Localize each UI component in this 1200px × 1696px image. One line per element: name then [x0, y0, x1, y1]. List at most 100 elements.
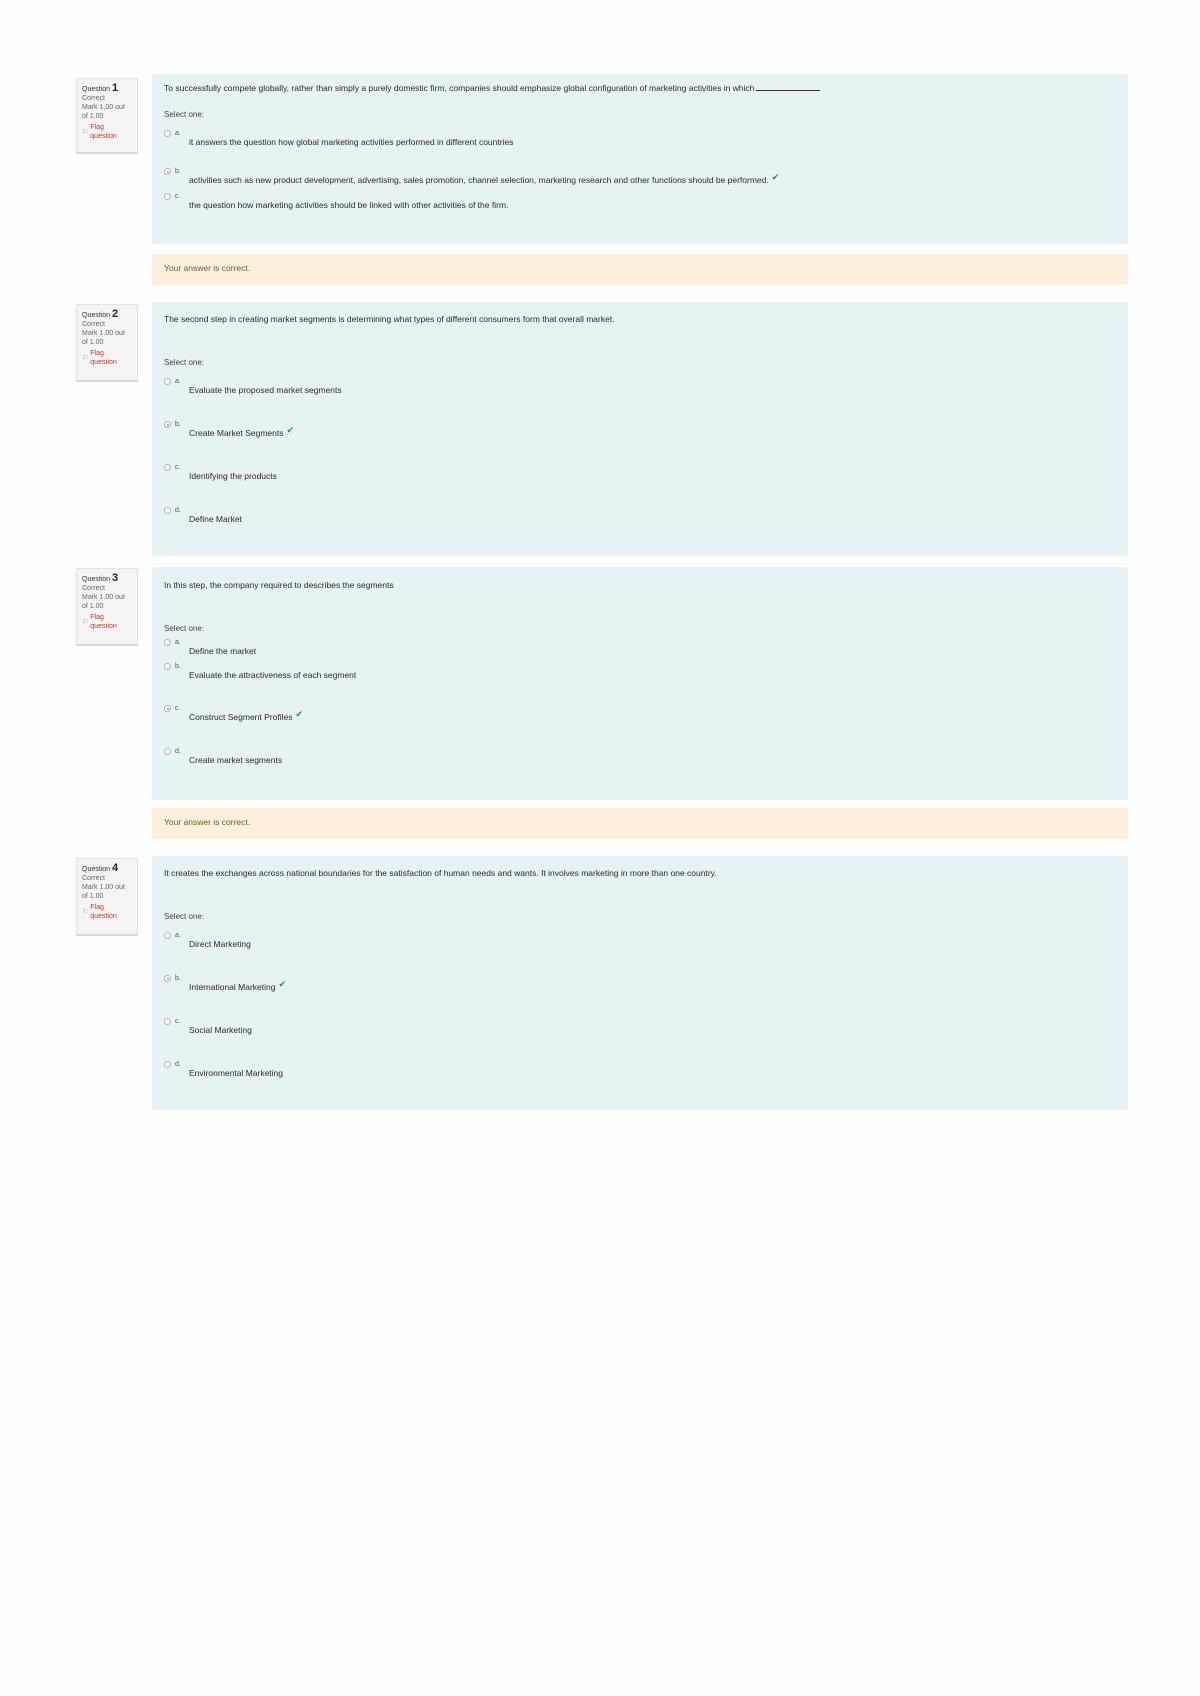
option-text: Evaluate the proposed market segments — [189, 385, 342, 395]
answer-option[interactable]: b. International Marketing ✔ — [164, 975, 287, 992]
question-label: Question — [82, 86, 111, 93]
correct-check-icon: ✔ — [278, 979, 287, 989]
answer-option[interactable]: d. Environmental Marketing — [164, 1061, 284, 1078]
answer-blank — [756, 90, 821, 91]
option-letter: c. — [175, 1018, 181, 1025]
flag-icon: ⚐ — [82, 908, 89, 916]
question-text: It creates the exchanges across national… — [164, 868, 717, 878]
question-state: Correct — [82, 875, 105, 882]
flag-icon: ⚐ — [82, 128, 89, 136]
flag-icon: ⚐ — [82, 354, 89, 362]
radio-button-selected[interactable] — [164, 168, 171, 175]
option-text: Create Market Segments — [189, 428, 284, 438]
radio-button[interactable] — [164, 639, 171, 646]
answer-option[interactable]: a. Direct Marketing — [164, 932, 251, 949]
question-content: It creates the exchanges across national… — [152, 856, 1128, 1110]
option-letter: b. — [175, 663, 181, 670]
question-content: To successfully compete globally, rather… — [152, 74, 1128, 244]
radio-button[interactable] — [164, 130, 171, 137]
answer-option[interactable]: b. Evaluate the attractiveness of each s… — [164, 663, 357, 680]
radio-button[interactable] — [164, 932, 171, 939]
option-text: Define the market — [189, 646, 257, 656]
question-text: The second step in creating market segme… — [164, 314, 615, 324]
question-label: Question — [82, 576, 111, 583]
question-text: To successfully compete globally, rather… — [164, 83, 821, 94]
flag-question-link[interactable]: ⚐ Flag question — [82, 613, 132, 631]
option-text: Identifying the products — [189, 471, 277, 481]
question-state: Correct — [82, 585, 105, 592]
answer-option[interactable]: b. activities such as new product develo… — [164, 168, 780, 185]
option-text: Direct Marketing — [189, 939, 251, 949]
radio-button[interactable] — [164, 378, 171, 385]
question-label: Question — [82, 866, 111, 873]
feedback-correct: Your answer is correct. — [152, 254, 1128, 285]
feedback-correct: Your answer is correct. — [152, 808, 1128, 839]
answer-option[interactable]: c. the question how marketing activities… — [164, 193, 509, 210]
option-text: Evaluate the attractiveness of each segm… — [189, 670, 357, 680]
option-text: International Marketing — [189, 982, 276, 992]
option-letter: a. — [175, 932, 181, 939]
radio-button[interactable] — [164, 1061, 171, 1068]
option-letter: d. — [175, 1061, 181, 1068]
option-text: Construct Segment Profiles — [189, 712, 293, 722]
option-letter: c. — [175, 705, 181, 712]
option-letter: a. — [175, 639, 181, 646]
radio-button[interactable] — [164, 663, 171, 670]
option-letter: d. — [175, 748, 181, 755]
correct-check-icon: ✔ — [295, 709, 304, 719]
question-state: Correct — [82, 321, 105, 328]
option-letter: a. — [175, 378, 181, 385]
answer-option[interactable]: a. it answers the question how global ma… — [164, 130, 513, 147]
select-one-prompt: Select one: — [164, 358, 205, 367]
option-letter: c. — [175, 464, 181, 471]
flag-question-link[interactable]: ⚐ Flag question — [82, 123, 132, 141]
answer-option[interactable]: d. Create market segments — [164, 748, 283, 765]
radio-button-selected[interactable] — [164, 421, 171, 428]
option-letter: b. — [175, 421, 181, 428]
question-text: In this step, the company required to de… — [164, 580, 394, 590]
option-letter: c. — [175, 193, 181, 200]
option-text: the question how marketing activities sh… — [189, 200, 509, 210]
answer-option[interactable]: d. Define Market — [164, 507, 242, 524]
radio-button-selected[interactable] — [164, 975, 171, 982]
question-mark: Mark 1.00 out of 1.00 — [82, 884, 125, 900]
answer-option[interactable]: a. Define the market — [164, 639, 257, 656]
option-text: Environmental Marketing — [189, 1068, 284, 1078]
question-mark: Mark 1.00 out of 1.00 — [82, 104, 125, 120]
flag-question-link[interactable]: ⚐ Flag question — [82, 903, 132, 921]
question-mark: Mark 1.00 out of 1.00 — [82, 594, 125, 610]
flag-question-link[interactable]: ⚐ Flag question — [82, 349, 132, 367]
question-content: In this step, the company required to de… — [152, 567, 1128, 800]
radio-button[interactable] — [164, 748, 171, 755]
question-label: Question — [82, 312, 111, 319]
option-text: Social Marketing — [189, 1025, 252, 1035]
question-info: Question 3 Correct Mark 1.00 out of 1.00 … — [76, 568, 138, 646]
radio-button[interactable] — [164, 1018, 171, 1025]
question-number: 2 — [112, 308, 119, 320]
answer-option[interactable]: a. Evaluate the proposed market segments — [164, 378, 342, 395]
option-text: Define Market — [189, 514, 242, 524]
option-letter: b. — [175, 975, 181, 982]
radio-button[interactable] — [164, 464, 171, 471]
answer-option[interactable]: c. Identifying the products — [164, 464, 277, 481]
question-info: Question 2 Correct Mark 1.00 out of 1.00 … — [76, 304, 138, 382]
flag-icon: ⚐ — [82, 618, 89, 626]
question-state: Correct — [82, 95, 105, 102]
question-number: 3 — [112, 572, 119, 584]
question-content: The second step in creating market segme… — [152, 302, 1128, 556]
correct-check-icon: ✔ — [771, 172, 780, 182]
option-text: activities such as new product developme… — [189, 175, 769, 185]
answer-option[interactable]: b. Create Market Segments ✔ — [164, 421, 295, 438]
radio-button-selected[interactable] — [164, 705, 171, 712]
radio-button[interactable] — [164, 193, 171, 200]
option-letter: b. — [175, 168, 181, 175]
question-mark: Mark 1.00 out of 1.00 — [82, 330, 125, 346]
radio-button[interactable] — [164, 507, 171, 514]
correct-check-icon: ✔ — [286, 425, 295, 435]
question-number: 1 — [112, 82, 119, 94]
answer-option[interactable]: c. Construct Segment Profiles ✔ — [164, 705, 304, 722]
answer-option[interactable]: c. Social Marketing — [164, 1018, 252, 1035]
option-text: Create market segments — [189, 755, 283, 765]
select-one-prompt: Select one: — [164, 912, 205, 921]
option-letter: d. — [175, 507, 181, 514]
